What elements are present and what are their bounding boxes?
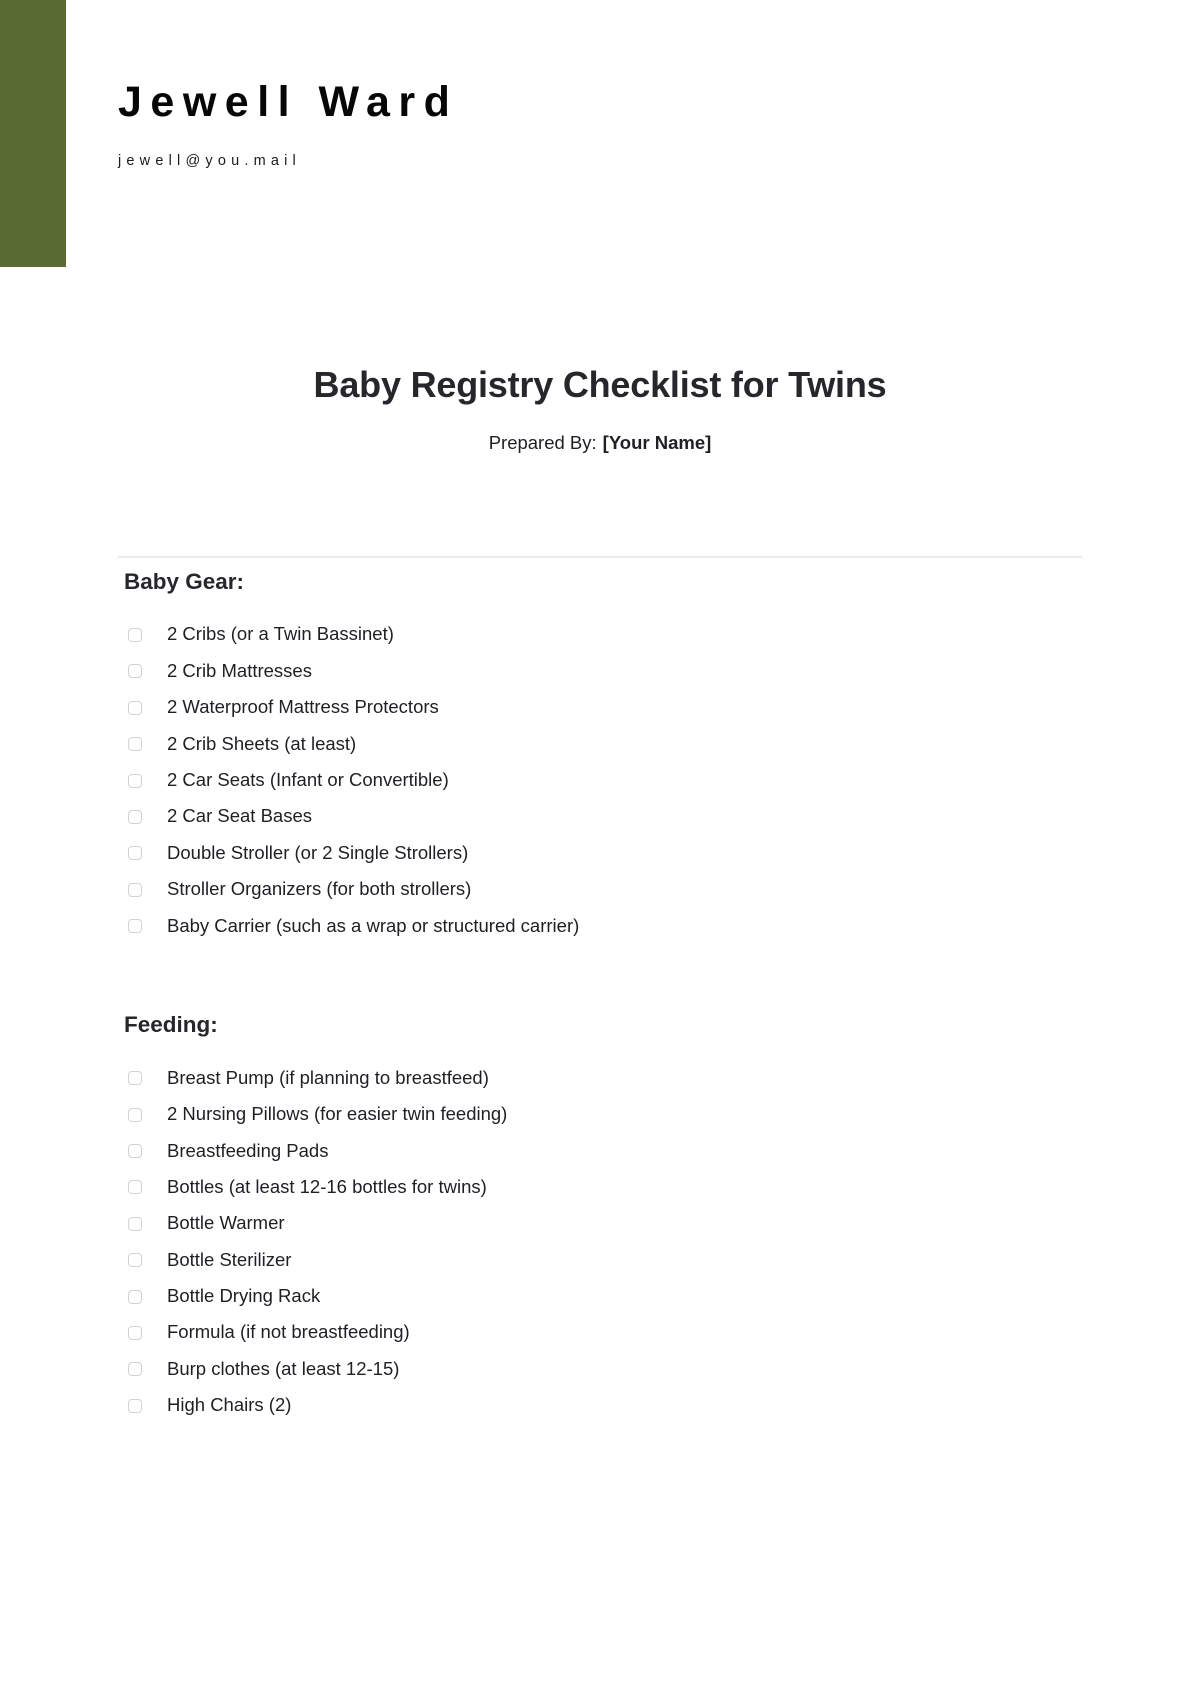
checkbox-icon[interactable] (128, 1362, 142, 1377)
check-item-label: 2 Crib Sheets (at least) (167, 732, 357, 754)
check-list-item[interactable]: Stroller Organizers (for both strollers) (118, 871, 1082, 907)
brand-email: jewell@you.mail (118, 153, 301, 170)
checklist-content: Baby Gear: 2 Cribs (or a Twin Bassinet) 2 … (118, 565, 1082, 1424)
check-item-label: Bottle Warmer (167, 1212, 285, 1234)
check-list-item[interactable]: 2 Car Seats (Infant or Convertible) (118, 762, 1082, 798)
check-list-item[interactable]: 2 Car Seat Bases (118, 799, 1082, 835)
page-title: Baby Registry Checklist for Twins (313, 364, 887, 405)
check-list-item[interactable]: High Chairs (2) (118, 1388, 1082, 1424)
section-title: Baby Gear: (124, 569, 245, 594)
check-list-item[interactable]: Double Stroller (or 2 Single Strollers) (118, 835, 1082, 871)
checkbox-icon[interactable] (128, 1253, 142, 1268)
check-list: 2 Cribs (or a Twin Bassinet) 2 Crib Mattr… (118, 617, 1082, 945)
check-list-item[interactable]: Breast Pump (if planning to breastfeed) (118, 1060, 1082, 1096)
checklist-section: Baby Gear: 2 Cribs (or a Twin Bassinet) 2 … (118, 565, 1082, 944)
checkbox-icon[interactable] (128, 846, 142, 861)
prepared-by-label: Prepared By: (488, 432, 597, 453)
check-list-item[interactable]: 2 Crib Sheets (at least) (118, 726, 1082, 762)
check-list-item[interactable]: Baby Carrier (such as a wrap or structur… (118, 908, 1082, 944)
checkbox-icon[interactable] (128, 882, 142, 897)
header-divider (118, 556, 1082, 558)
check-list: Breast Pump (if planning to breastfeed) 2… (118, 1060, 1082, 1424)
checkbox-icon[interactable] (128, 1107, 142, 1122)
check-item-label: 2 Nursing Pillows (for easier twin feedi… (167, 1103, 508, 1125)
check-item-label: Bottles (at least 12-16 bottles for twin… (167, 1175, 487, 1197)
check-item-label: 2 Cribs (or a Twin Bassinet) (167, 623, 394, 645)
check-item-label: Bottle Sterilizer (167, 1248, 292, 1270)
accent-bar (0, 0, 66, 267)
check-item-label: Double Stroller (or 2 Single Strollers) (167, 841, 469, 863)
check-item-label: Breastfeeding Pads (167, 1139, 329, 1161)
check-item-label: Breast Pump (if planning to breastfeed) (167, 1066, 489, 1088)
checkbox-icon[interactable] (128, 664, 142, 679)
check-item-label: 2 Crib Mattresses (167, 659, 312, 681)
checkbox-icon[interactable] (128, 1325, 142, 1340)
checkbox-icon[interactable] (128, 919, 142, 934)
check-item-label: 2 Car Seat Bases (167, 805, 312, 827)
check-item-label: 2 Car Seats (Infant or Convertible) (167, 769, 449, 791)
check-list-item[interactable]: Bottle Warmer (118, 1206, 1082, 1242)
check-item-label: Baby Carrier (such as a wrap or structur… (167, 914, 580, 936)
check-list-item[interactable]: 2 Nursing Pillows (for easier twin feedi… (118, 1096, 1082, 1132)
prepared-by-line: Prepared By: [Your Name] (118, 407, 1082, 455)
check-list-item[interactable]: Bottles (at least 12-16 bottles for twin… (118, 1169, 1082, 1205)
check-item-label: High Chairs (2) (167, 1394, 292, 1416)
checkbox-icon[interactable] (128, 1071, 142, 1086)
check-list-item[interactable]: 2 Cribs (or a Twin Bassinet) (118, 617, 1082, 653)
check-item-label: Bottle Drying Rack (167, 1285, 321, 1307)
checkbox-icon[interactable] (128, 773, 142, 788)
checkbox-icon[interactable] (128, 737, 142, 752)
checkbox-icon[interactable] (128, 1180, 142, 1195)
checkbox-icon[interactable] (128, 809, 142, 824)
document-header: Jewell Ward jewell@you.mail (118, 78, 1018, 169)
checkbox-icon[interactable] (128, 1216, 142, 1231)
prepared-by-value: [Your Name] (602, 432, 712, 453)
check-item-label: Stroller Organizers (for both strollers) (167, 878, 472, 900)
check-item-label: 2 Waterproof Mattress Protectors (167, 696, 439, 718)
checkbox-icon[interactable] (128, 627, 142, 642)
check-list-item[interactable]: Bottle Sterilizer (118, 1242, 1082, 1278)
check-list-item[interactable]: Burp clothes (at least 12-15) (118, 1351, 1082, 1387)
checkbox-icon[interactable] (128, 1143, 142, 1158)
check-item-label: Formula (if not breastfeeding) (167, 1321, 410, 1343)
check-list-item[interactable]: Breastfeeding Pads (118, 1133, 1082, 1169)
check-item-label: Burp clothes (at least 12-15) (167, 1357, 400, 1379)
checklist-section: Feeding: Breast Pump (if planning to brea… (118, 944, 1082, 1424)
section-title: Feeding: (124, 1012, 218, 1038)
checkbox-icon[interactable] (128, 1398, 142, 1413)
brand-name: Jewell Ward (118, 78, 459, 126)
check-list-item[interactable]: 2 Waterproof Mattress Protectors (118, 690, 1082, 726)
check-list-item[interactable]: Formula (if not breastfeeding) (118, 1315, 1082, 1351)
document-title-block: Baby Registry Checklist for Twins Prepar… (118, 362, 1082, 455)
checkbox-icon[interactable] (128, 1289, 142, 1304)
check-list-item[interactable]: Bottle Drying Rack (118, 1278, 1082, 1314)
check-list-item[interactable]: 2 Crib Mattresses (118, 653, 1082, 689)
checkbox-icon[interactable] (128, 700, 142, 715)
